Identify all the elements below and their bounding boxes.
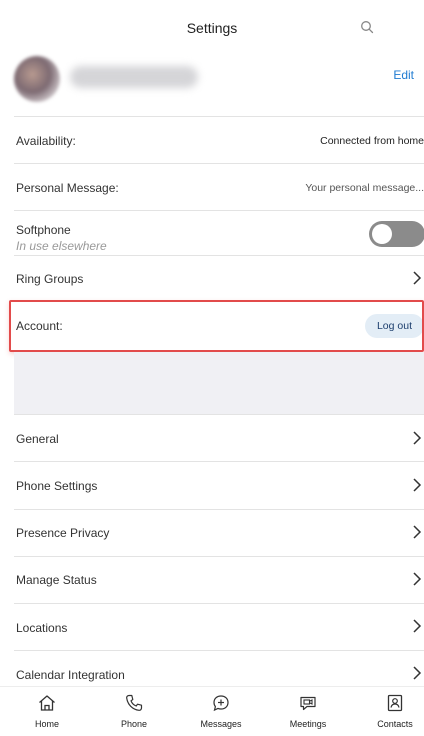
bottom-tab-bar: Home Phone Messages Meetings Contacts bbox=[0, 686, 424, 736]
softphone-status: In use elsewhere bbox=[16, 239, 107, 253]
chevron-right-icon bbox=[413, 431, 422, 445]
chevron-right-icon bbox=[413, 666, 422, 680]
phone-settings-label: Phone Settings bbox=[16, 479, 98, 493]
chevron-right-icon bbox=[413, 572, 422, 586]
toggle-knob bbox=[372, 224, 392, 244]
locations-label: Locations bbox=[16, 621, 68, 635]
softphone-label: Softphone bbox=[16, 223, 71, 237]
tab-meetings[interactable]: Meetings bbox=[273, 693, 343, 729]
section-spacer bbox=[14, 352, 424, 414]
personal-message-label: Personal Message: bbox=[16, 181, 119, 195]
personal-message-value: Your personal message... bbox=[305, 182, 424, 194]
tab-home-label: Home bbox=[34, 719, 59, 729]
profile-section: Edit bbox=[0, 50, 424, 116]
chevron-right-icon bbox=[413, 271, 422, 285]
tab-home[interactable]: Home bbox=[12, 693, 82, 729]
home-icon bbox=[39, 695, 55, 711]
meetings-icon bbox=[300, 696, 316, 711]
tab-meetings-label: Meetings bbox=[289, 719, 327, 729]
manage-status-label: Manage Status bbox=[16, 573, 97, 587]
ring-groups-label: Ring Groups bbox=[16, 272, 84, 286]
calendar-integration-row[interactable]: Calendar Integration bbox=[0, 651, 424, 686]
softphone-toggle[interactable] bbox=[369, 221, 424, 247]
availability-value: Connected from home bbox=[320, 135, 424, 147]
profile-name-redacted bbox=[70, 66, 198, 88]
locations-row[interactable]: Locations bbox=[0, 604, 424, 650]
presence-privacy-label: Presence Privacy bbox=[16, 526, 110, 540]
personal-message-row[interactable]: Personal Message: Your personal message.… bbox=[0, 164, 424, 210]
presence-privacy-row[interactable]: Presence Privacy bbox=[0, 510, 424, 556]
softphone-row: Softphone In use elsewhere bbox=[0, 211, 424, 255]
availability-row[interactable]: Availability: Connected from home bbox=[0, 117, 424, 163]
tab-messages[interactable]: Messages bbox=[186, 693, 256, 729]
tab-contacts[interactable]: Contacts bbox=[360, 693, 424, 729]
phone-icon bbox=[126, 694, 143, 711]
chevron-right-icon bbox=[413, 478, 422, 492]
messages-icon bbox=[213, 695, 229, 712]
ring-groups-row[interactable]: Ring Groups bbox=[0, 256, 424, 300]
edit-profile-button[interactable]: Edit bbox=[393, 68, 414, 82]
phone-settings-row[interactable]: Phone Settings bbox=[0, 462, 424, 509]
chevron-right-icon bbox=[413, 525, 422, 539]
search-icon[interactable] bbox=[360, 20, 378, 38]
contacts-icon bbox=[387, 694, 403, 712]
tab-messages-label: Messages bbox=[200, 719, 242, 729]
avatar bbox=[14, 56, 60, 102]
availability-label: Availability: bbox=[16, 134, 76, 148]
tab-phone-label: Phone bbox=[120, 719, 148, 729]
tab-contacts-label: Contacts bbox=[377, 719, 413, 729]
manage-status-row[interactable]: Manage Status bbox=[0, 557, 424, 603]
calendar-integration-label: Calendar Integration bbox=[16, 668, 125, 682]
tab-phone[interactable]: Phone bbox=[99, 693, 169, 729]
chevron-right-icon bbox=[413, 619, 422, 633]
general-label: General bbox=[16, 432, 59, 446]
general-row[interactable]: General bbox=[0, 415, 424, 461]
account-highlight-box bbox=[9, 300, 424, 352]
